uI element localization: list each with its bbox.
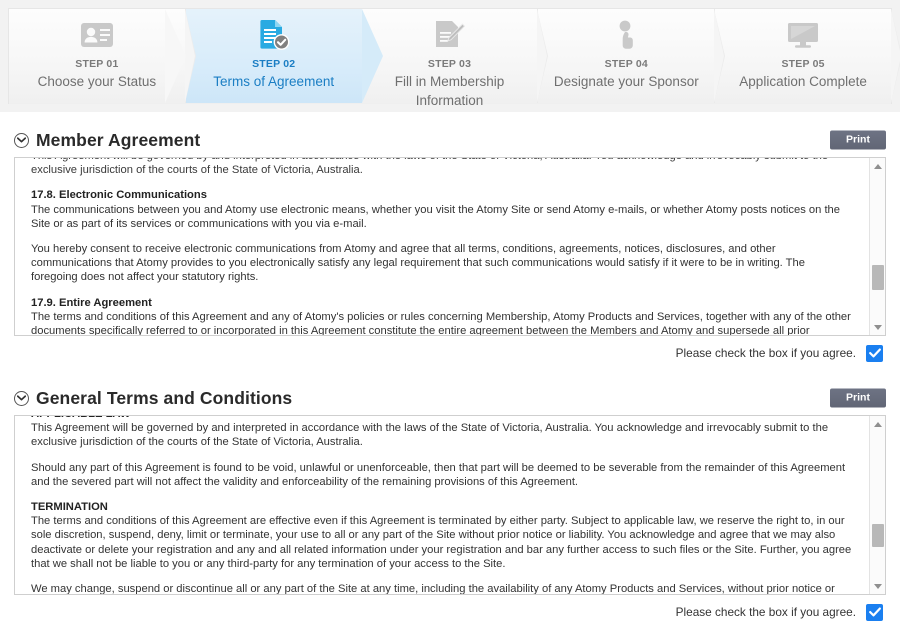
paragraph-applicable-law: This Agreement will be governed by and i… [31,422,829,449]
clause-number-17-9: 17.9. [31,296,59,309]
clause-body-17-8: The communications between you and Atomy… [31,203,841,230]
step-item-4[interactable]: STEP 04 Designate your Sponsor [538,9,726,103]
id-card-icon [9,17,185,53]
step-label: Designate your Sponsor [553,74,699,89]
form-pencil-icon [362,17,538,53]
step-item-1[interactable]: STEP 01 Choose your Status [9,9,196,103]
member-agreement-section: Member Agreement Print This Agreement wi… [0,123,900,370]
section-title: General Terms and Conditions [36,387,293,408]
agree-label: Please check the box if you agree. [675,605,856,619]
step-item-5[interactable]: STEP 05 Application Complete [715,9,900,103]
paragraph-change-suspend: We may change, suspend or discontinue al… [31,583,835,595]
member-agreement-agree-row: Please check the box if you agree. [14,336,886,370]
scroll-up-arrow-icon[interactable] [870,158,885,174]
scrollbar-thumb[interactable] [872,524,884,547]
clause-heading-17-9: Entire Agreement [59,296,152,309]
member-agreement-panel[interactable]: This Agreement will be governed by and i… [14,157,886,336]
step-number: STEP 05 [781,58,825,70]
general-terms-agree-row: Please check the box if you agree. [14,595,886,629]
scroll-up-arrow-icon[interactable] [870,416,885,432]
chevron-down-circle-icon[interactable] [14,132,29,148]
paragraph-clipped: This Agreement will be governed by and i… [31,158,828,177]
chevron-down-circle-icon[interactable] [14,390,29,406]
paragraph-termination: TERMINATION The terms and conditions of t… [31,500,852,571]
step-label: Fill in Membership Information [394,74,505,108]
step-number: STEP 02 [252,58,296,70]
person-hand-icon [538,17,714,53]
scrollbar-thumb[interactable] [872,265,884,290]
step-separator-inner-3 [537,9,548,103]
paragraph-severability: Should any part of this Agreement is fou… [31,461,846,488]
print-button-general-terms[interactable]: Print [830,388,886,408]
clause-heading-17-8: Electronic Communications [59,189,207,202]
scroll-down-arrow-icon[interactable] [870,319,885,335]
agree-checkbox-general-terms[interactable] [866,603,883,621]
step-label: Choose your Status [37,74,157,89]
member-agreement-text: This Agreement will be governed by and i… [15,158,868,336]
general-terms-panel[interactable]: APPLICABLE LAW This Agreement will be go… [14,415,886,595]
agree-label: Please check the box if you agree. [675,346,856,360]
step-label: Application Complete [739,74,867,89]
heading-termination: TERMINATION [31,501,108,514]
step-number: STEP 04 [604,58,648,70]
step-separator-inner-4 [714,9,725,103]
paragraph-consent: You hereby consent to receive electronic… [31,243,805,284]
general-terms-header: General Terms and Conditions Print [14,381,886,415]
step-separator-inner-1 [184,9,195,103]
clause-number-17-8: 17.8. [31,189,59,202]
document-check-icon [186,17,362,53]
general-terms-section: General Terms and Conditions Print APPLI… [0,381,900,629]
monitor-icon [715,17,891,53]
page-title: Member Agreement [36,129,201,150]
agree-checkbox-member-agreement[interactable] [866,344,883,362]
body-termination: The terms and conditions of this Agreeme… [31,515,852,570]
member-agreement-header: Member Agreement Print [14,123,886,157]
step-progress-bar: STEP 01 Choose your Status STEP 02 Terms… [0,0,900,112]
paragraph-17-8: 17.8. Electronic Communications The commu… [31,188,852,231]
step-separator-inner-5 [890,9,900,103]
step-progress-inner: STEP 01 Choose your Status STEP 02 Terms… [8,8,900,108]
step-label: Terms of Agreement [213,74,335,89]
scrollbar-general-terms[interactable] [869,416,885,594]
paragraph-17-9: 17.9. Entire Agreement The terms and cond… [31,296,852,336]
step-item-2[interactable]: STEP 02 Terms of Agreement [164,9,383,103]
clause-body-17-9: The terms and conditions of this Agreeme… [31,310,851,336]
step-item-3[interactable]: STEP 03 Fill in Membership Information [361,9,549,108]
scroll-down-arrow-icon[interactable] [870,578,885,594]
scrollbar-member-agreement[interactable] [869,158,885,335]
step-number: STEP 01 [75,58,119,70]
step-number: STEP 03 [427,58,472,70]
general-terms-text: APPLICABLE LAW This Agreement will be go… [15,416,868,595]
print-button-member-agreement[interactable]: Print [830,130,886,150]
